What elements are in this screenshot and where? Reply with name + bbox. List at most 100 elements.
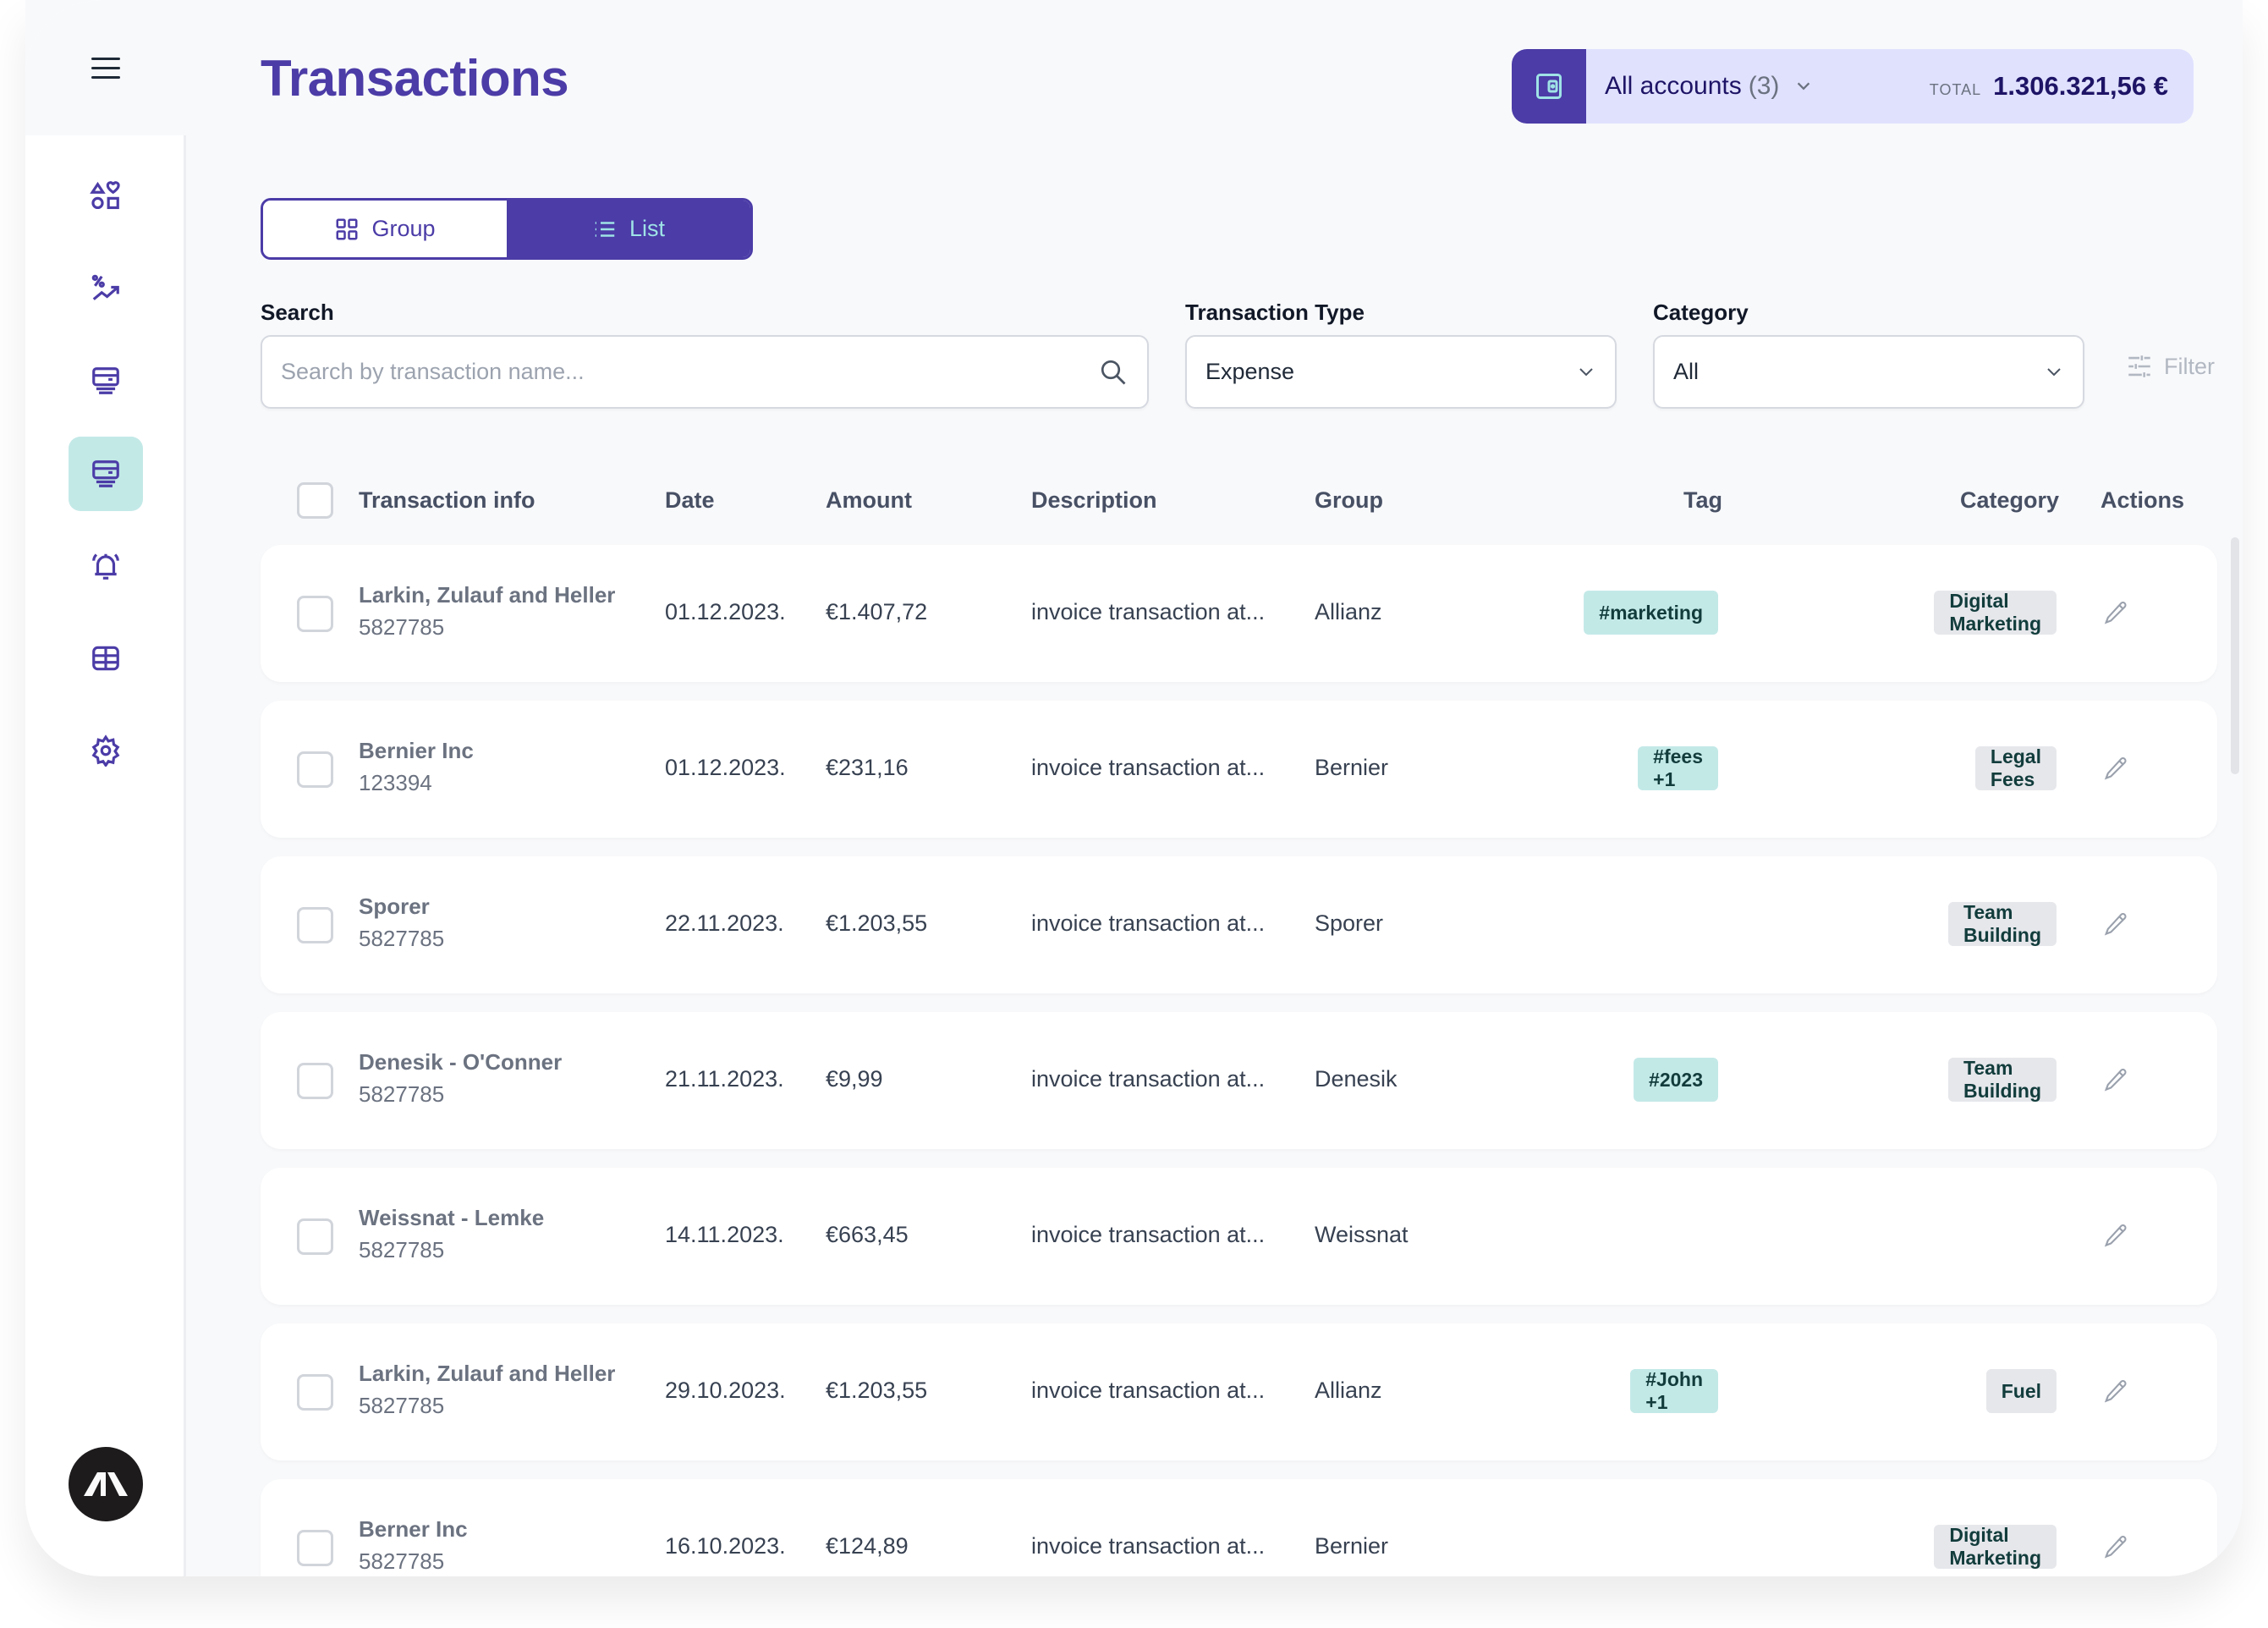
app-window: Transactions All accounts (3) TOTAL 1.30… bbox=[25, 0, 2243, 1576]
col-date[interactable]: Date bbox=[665, 487, 715, 514]
transaction-code: 5827785 bbox=[359, 1393, 445, 1418]
transaction-code: 5827785 bbox=[359, 614, 445, 640]
sidebar-item-accounts[interactable] bbox=[69, 344, 143, 418]
chevron-down-icon bbox=[2047, 367, 2061, 376]
list-view-button[interactable]: List bbox=[507, 201, 750, 257]
col-actions: Actions bbox=[2101, 487, 2185, 513]
col-group[interactable]: Group bbox=[1315, 487, 1383, 514]
table-row[interactable]: Weissnat - Lemke 5827785 14.11.2023. €663,4… bbox=[261, 1168, 2217, 1305]
category-select[interactable]: All bbox=[1653, 335, 2084, 409]
grid-icon bbox=[336, 218, 358, 239]
transaction-description: invoice transaction at... bbox=[1031, 599, 1266, 624]
filter-button[interactable]: Filter bbox=[2125, 352, 2215, 381]
transaction-description: invoice transaction at... bbox=[1031, 1378, 1266, 1403]
category-badge[interactable]: Team Building bbox=[1948, 901, 2057, 946]
transaction-type-select[interactable]: Expense bbox=[1185, 335, 1617, 409]
transaction-description: invoice transaction at... bbox=[1031, 910, 1266, 936]
chevron-down-icon bbox=[1579, 367, 1593, 376]
col-transaction-info[interactable]: Transaction info bbox=[359, 487, 535, 514]
search-input[interactable] bbox=[281, 359, 1098, 385]
scrollbar[interactable] bbox=[2231, 537, 2239, 774]
category-badge[interactable]: Team Building bbox=[1948, 1057, 2057, 1102]
group-label: Group bbox=[371, 216, 436, 241]
tag-badge[interactable]: #2023 bbox=[1634, 1058, 1718, 1102]
search-icon[interactable] bbox=[1098, 357, 1129, 388]
transaction-name: Weissnat - Lemke bbox=[359, 1205, 545, 1230]
row-checkbox[interactable] bbox=[297, 1218, 333, 1255]
row-checkbox[interactable] bbox=[297, 1063, 333, 1099]
transaction-group: Allianz bbox=[1315, 599, 1382, 624]
category-badge[interactable]: Digital Marketing bbox=[1934, 1524, 2057, 1569]
transaction-date: 29.10.2023. bbox=[665, 1378, 786, 1403]
transaction-type-value: Expense bbox=[1205, 359, 1295, 384]
avatar[interactable] bbox=[69, 1447, 143, 1521]
transaction-name: Larkin, Zulauf and Heller bbox=[359, 582, 616, 608]
transaction-date: 01.12.2023. bbox=[665, 599, 786, 624]
table-row[interactable]: Larkin, Zulauf and Heller 5827785 01.12.20… bbox=[261, 545, 2217, 682]
transaction-amount: €1.407,72 bbox=[826, 599, 928, 624]
row-checkbox[interactable] bbox=[297, 596, 333, 632]
transaction-name: Berner Inc bbox=[359, 1516, 468, 1542]
card-stack-icon bbox=[92, 367, 119, 394]
transaction-description: invoice transaction at... bbox=[1031, 1066, 1266, 1092]
edit-pencil-icon[interactable] bbox=[2101, 755, 2130, 784]
card-stack-icon bbox=[92, 460, 119, 487]
sidebar-item-alerts[interactable] bbox=[69, 529, 143, 603]
transaction-group: Allianz bbox=[1315, 1378, 1382, 1403]
table-row[interactable]: Larkin, Zulauf and Heller 5827785 29.10.20… bbox=[261, 1323, 2217, 1460]
category-badge[interactable]: Legal Fees bbox=[1974, 745, 2057, 790]
wallet-icon bbox=[1536, 74, 1562, 99]
sidebar-item-transactions[interactable] bbox=[69, 437, 143, 511]
filter-label: Filter bbox=[2164, 353, 2215, 379]
edit-pencil-icon[interactable] bbox=[2101, 1533, 2130, 1562]
row-checkbox[interactable] bbox=[297, 751, 333, 788]
category-badge[interactable]: Digital Marketing bbox=[1934, 590, 2057, 635]
col-amount[interactable]: Amount bbox=[826, 487, 912, 514]
transaction-name: Denesik - O'Conner bbox=[359, 1049, 563, 1075]
table-row[interactable]: Denesik - O'Conner 5827785 21.11.2023. €9,9… bbox=[261, 1012, 2217, 1149]
col-description[interactable]: Description bbox=[1031, 487, 1157, 514]
transaction-amount: €1.203,55 bbox=[826, 1378, 928, 1403]
table-row[interactable]: Sporer 5827785 22.11.2023. €1.203,55 invoice… bbox=[261, 856, 2217, 993]
transaction-amount: €663,45 bbox=[826, 1222, 909, 1247]
sidebar-item-settings[interactable] bbox=[69, 713, 143, 788]
hamburger-menu-icon[interactable] bbox=[91, 58, 120, 80]
row-checkbox[interactable] bbox=[297, 1374, 333, 1411]
col-tag[interactable]: Tag bbox=[1683, 487, 1722, 514]
account-selector[interactable]: All accounts (3) TOTAL 1.306.321,56 € bbox=[1512, 49, 2194, 124]
transaction-name: Sporer bbox=[359, 894, 430, 919]
category-badge[interactable]: Fuel bbox=[1985, 1369, 2057, 1413]
percent-trend-icon bbox=[91, 274, 119, 300]
edit-pencil-icon[interactable] bbox=[2101, 1378, 2130, 1406]
transaction-name: Bernier Inc bbox=[359, 738, 474, 763]
transaction-description: invoice transaction at... bbox=[1031, 755, 1266, 780]
table-row[interactable]: Bernier Inc 123394 01.12.2023. €231,16 invoi… bbox=[261, 701, 2217, 838]
wallet-icon-wrap bbox=[1512, 49, 1586, 124]
col-category[interactable]: Category bbox=[1960, 487, 2059, 514]
sidebar-item-reports[interactable] bbox=[69, 621, 143, 696]
brand-logo-icon bbox=[84, 1472, 128, 1496]
transaction-group: Bernier bbox=[1315, 755, 1389, 780]
transaction-amount: €1.203,55 bbox=[826, 910, 928, 936]
transaction-group: Denesik bbox=[1315, 1066, 1398, 1092]
group-view-button[interactable]: Group bbox=[263, 201, 507, 257]
table-row[interactable]: Berner Inc 5827785 16.10.2023. €124,89 invoi… bbox=[261, 1479, 2217, 1576]
tag-badge[interactable]: #marketing bbox=[1584, 591, 1718, 635]
search-field bbox=[261, 335, 1149, 409]
account-count: (3) bbox=[1748, 72, 1780, 100]
transaction-date: 01.12.2023. bbox=[665, 755, 786, 780]
sidebar-item-investments[interactable] bbox=[69, 251, 143, 326]
row-checkbox[interactable] bbox=[297, 1530, 333, 1566]
sidebar-item-dashboard[interactable] bbox=[69, 159, 143, 234]
row-checkbox[interactable] bbox=[297, 907, 333, 943]
edit-pencil-icon[interactable] bbox=[2101, 1066, 2130, 1095]
select-all-checkbox[interactable] bbox=[297, 482, 333, 519]
edit-pencil-icon[interactable] bbox=[2101, 599, 2130, 628]
sidebar bbox=[25, 0, 186, 1576]
tag-badge[interactable]: #fees +1 bbox=[1638, 745, 1718, 790]
edit-pencil-icon[interactable] bbox=[2101, 1222, 2130, 1251]
transaction-code: 5827785 bbox=[359, 1237, 445, 1262]
edit-pencil-icon[interactable] bbox=[2101, 910, 2130, 939]
tag-badge[interactable]: #John +1 bbox=[1630, 1368, 1718, 1413]
category-label: Category bbox=[1653, 300, 1749, 325]
